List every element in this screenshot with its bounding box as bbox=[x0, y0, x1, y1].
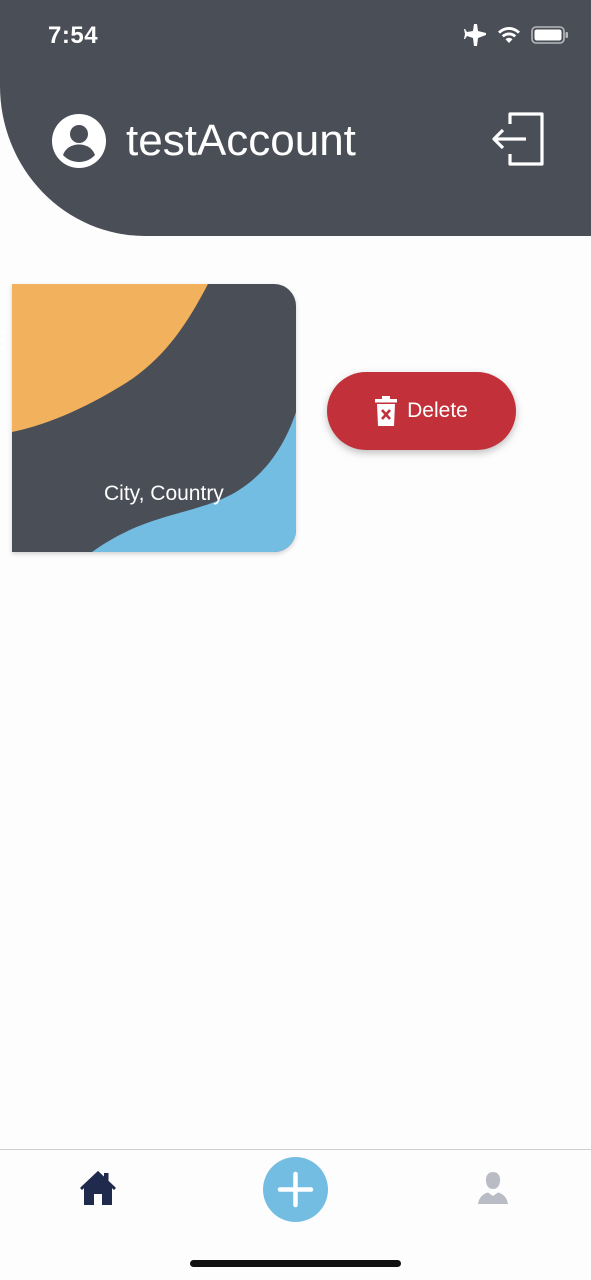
wifi-icon bbox=[498, 27, 520, 43]
account-name: testAccount bbox=[126, 116, 356, 165]
battery-icon bbox=[531, 26, 568, 44]
card-wave-background bbox=[12, 284, 296, 552]
trash-x-icon bbox=[375, 396, 398, 426]
location-card[interactable] bbox=[12, 284, 296, 552]
add-button[interactable] bbox=[263, 1157, 328, 1222]
status-time: 7:54 bbox=[48, 22, 99, 49]
account-circle-icon bbox=[52, 114, 106, 168]
logout-icon[interactable] bbox=[490, 110, 548, 168]
airplane-icon bbox=[464, 24, 486, 46]
header: 7:54 testAccount bbox=[0, 0, 591, 236]
status-icons bbox=[463, 24, 569, 46]
account-row: testAccount bbox=[52, 114, 356, 168]
home-icon[interactable] bbox=[80, 1170, 116, 1206]
delete-label: Delete bbox=[407, 399, 468, 422]
card-location-label: City, Country bbox=[104, 482, 224, 505]
screen: 7:54 testAccount City, Country Delete bbox=[0, 0, 591, 1280]
status-bar: 7:54 bbox=[0, 0, 591, 72]
user-icon[interactable] bbox=[476, 1170, 510, 1204]
home-indicator bbox=[190, 1260, 401, 1267]
delete-button[interactable]: Delete bbox=[327, 372, 516, 450]
drag-handle-icon[interactable] bbox=[0, 330, 6, 352]
plus-icon bbox=[277, 1171, 314, 1208]
